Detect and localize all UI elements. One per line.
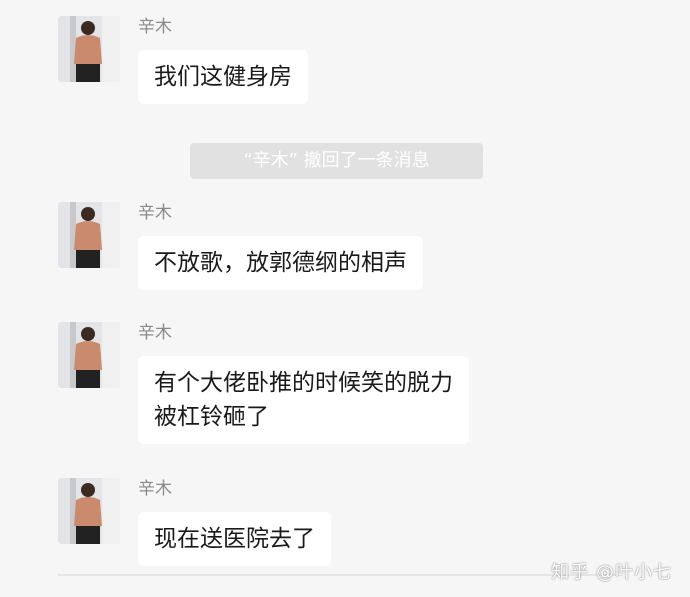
- sender-name: 辛木: [138, 203, 172, 223]
- sender-name: 辛木: [138, 323, 172, 343]
- avatar[interactable]: [58, 202, 120, 268]
- message-bubble[interactable]: 我们这健身房: [138, 50, 308, 104]
- message-bubble[interactable]: 不放歌，放郭德纲的相声: [138, 236, 423, 290]
- avatar-photo-icon: [58, 322, 120, 388]
- recall-notice: “辛木” 撤回了一条消息: [190, 143, 483, 179]
- avatar-photo-icon: [58, 478, 120, 544]
- avatar[interactable]: [58, 322, 120, 388]
- chat-window: 辛木 我们这健身房 “辛木” 撤回了一条消息 辛木 不放歌，放郭德纲的相声 辛木…: [0, 0, 690, 597]
- avatar-photo-icon: [58, 16, 120, 82]
- sender-name: 辛木: [138, 479, 172, 499]
- sender-name: 辛木: [138, 17, 172, 37]
- avatar-photo-icon: [58, 202, 120, 268]
- message-bubble[interactable]: 现在送医院去了: [138, 512, 331, 566]
- message-bubble[interactable]: 有个大佬卧推的时候笑的脱力 被杠铃砸了: [138, 356, 469, 444]
- watermark: 知乎 @叶小七: [551, 562, 672, 583]
- divider: [58, 574, 618, 576]
- avatar[interactable]: [58, 478, 120, 544]
- avatar[interactable]: [58, 16, 120, 82]
